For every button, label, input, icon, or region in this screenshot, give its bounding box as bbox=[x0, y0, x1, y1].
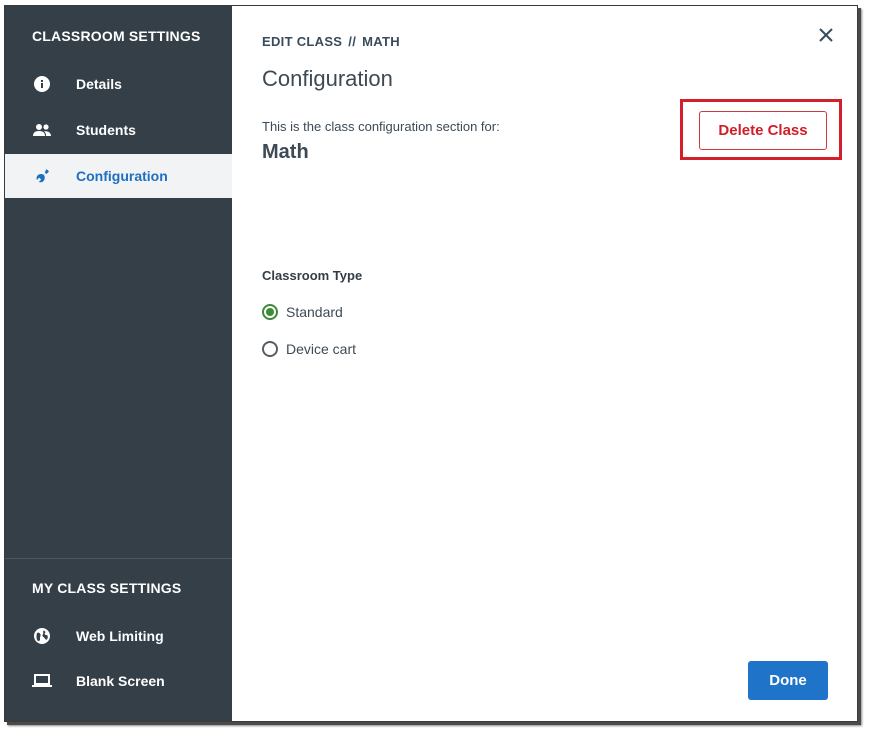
my-class-settings-heading: MY CLASS SETTINGS bbox=[32, 580, 182, 596]
radio-dot bbox=[266, 308, 274, 316]
globe-icon bbox=[32, 626, 52, 646]
people-icon bbox=[32, 120, 52, 140]
breadcrumb-class-name: MATH bbox=[362, 34, 400, 49]
class-name: Math bbox=[262, 141, 309, 163]
radio-option-device-cart[interactable]: Device cart bbox=[262, 341, 356, 357]
sidebar-item-label: Students bbox=[76, 122, 136, 138]
radio-label-standard: Standard bbox=[286, 304, 343, 320]
breadcrumb-separator: // bbox=[348, 34, 357, 49]
sidebar-divider bbox=[5, 558, 232, 559]
page-title: Configuration bbox=[262, 66, 393, 91]
classroom-type-label: Classroom Type bbox=[262, 268, 363, 283]
wrench-icon bbox=[32, 166, 52, 186]
sidebar-item-details[interactable]: Details bbox=[5, 62, 232, 106]
breadcrumb: EDIT CLASS // MATH bbox=[262, 34, 400, 49]
sidebar-item-label: Web Limiting bbox=[76, 628, 164, 644]
radio-button-checked[interactable] bbox=[262, 304, 278, 320]
close-button[interactable] bbox=[815, 24, 837, 46]
dialog-window: CLASSROOM SETTINGS Details Students Conf… bbox=[4, 5, 858, 722]
radio-label-device-cart: Device cart bbox=[286, 341, 357, 357]
sidebar: CLASSROOM SETTINGS Details Students Conf… bbox=[5, 6, 232, 721]
sidebar-item-configuration[interactable]: Configuration bbox=[5, 154, 232, 198]
info-icon bbox=[32, 74, 52, 94]
main-panel: EDIT CLASS // MATH Configuration This is t… bbox=[232, 6, 857, 721]
sidebar-item-students[interactable]: Students bbox=[5, 108, 232, 152]
radio-button-unchecked[interactable] bbox=[262, 341, 278, 357]
delete-class-button[interactable]: Delete Class bbox=[699, 111, 827, 150]
laptop-icon bbox=[32, 671, 52, 691]
sidebar-item-label: Configuration bbox=[76, 168, 168, 184]
classroom-settings-heading: CLASSROOM SETTINGS bbox=[32, 28, 201, 44]
config-description: This is the class configuration section … bbox=[262, 119, 500, 134]
done-button[interactable]: Done bbox=[748, 661, 828, 700]
radio-option-standard[interactable]: Standard bbox=[262, 304, 343, 320]
sidebar-item-label: Blank Screen bbox=[76, 673, 165, 689]
breadcrumb-edit-class: EDIT CLASS bbox=[262, 34, 343, 49]
close-icon bbox=[819, 28, 833, 42]
sidebar-item-blank-screen[interactable]: Blank Screen bbox=[5, 659, 232, 703]
sidebar-item-web-limiting[interactable]: Web Limiting bbox=[5, 614, 232, 658]
sidebar-item-label: Details bbox=[76, 76, 122, 92]
